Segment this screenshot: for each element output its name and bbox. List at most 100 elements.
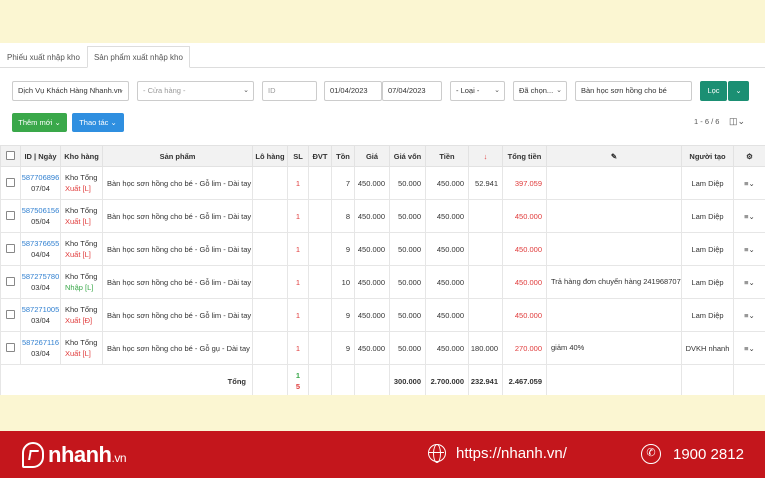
row-id-link[interactable]: 587267116 <box>21 337 60 348</box>
row-checkbox[interactable] <box>6 210 15 220</box>
col-settings[interactable]: ⚙ <box>733 145 765 167</box>
row-creator: Lam Diệp <box>681 166 734 200</box>
col-warehouse[interactable]: Kho hàng <box>60 145 103 167</box>
row-id-link[interactable]: 587271005 <box>21 304 60 315</box>
row-warehouse-name: Kho Tổng <box>65 239 98 248</box>
row-checkbox[interactable] <box>6 243 15 253</box>
row-checkbox[interactable] <box>6 276 15 286</box>
row-menu-button[interactable]: ≡⌄ <box>733 298 765 332</box>
row-creator: Lam Diệp <box>681 298 734 332</box>
row-total: 270.000 <box>502 331 547 365</box>
row-cost: 50.000 <box>389 232 426 266</box>
select-all-checkbox[interactable] <box>6 150 15 160</box>
hamburger-icon: ≡⌄ <box>744 244 755 254</box>
col-discount-sort-icon[interactable]: ↓ <box>468 145 503 167</box>
service-select[interactable]: Dịch Vụ Khách Hàng Nhanh.vn ⌄ <box>12 81 129 101</box>
hamburger-icon: ≡⌄ <box>744 178 755 188</box>
table-row[interactable]: 587271005 03/04 Kho Tổng Xuất [Đ] Bàn học sơ… <box>0 298 765 332</box>
table-row[interactable]: 587267116 03/04 Kho Tổng Xuất [L] Bàn học sơ… <box>0 331 765 365</box>
row-note: Trả hàng đơn chuyển hàng 241968707 <box>546 265 682 299</box>
tab-stock-products[interactable]: Sản phẩm xuất nhập kho <box>86 46 190 68</box>
row-warehouse: Kho Tổng Xuất [L] <box>60 166 103 200</box>
row-warehouse-name: Kho Tổng <box>65 338 98 347</box>
row-menu-button[interactable]: ≡⌄ <box>733 199 765 233</box>
store-select-placeholder: - Cửa hàng - <box>143 86 186 95</box>
date-from-input[interactable]: 01/04/2023 <box>324 81 382 101</box>
row-warehouse: Kho Tổng Xuất [L] <box>60 331 103 365</box>
row-id-link[interactable]: 587376655 <box>21 238 60 249</box>
column-toggle-button[interactable]: ◫⌄ <box>729 116 745 127</box>
chevron-down-icon: ⌄ <box>735 86 742 95</box>
hotline[interactable]: ✆ 1900 2812 <box>641 444 744 464</box>
table-row[interactable]: 587275780 03/04 Kho Tổng Nhập [L] Bàn học sơ… <box>0 265 765 299</box>
row-type: Xuất [Đ] <box>65 316 93 325</box>
website-link[interactable]: https://nhanh.vn/ <box>428 444 567 463</box>
chevron-down-icon: ⌄ <box>556 87 562 94</box>
table-row[interactable]: 587376655 04/04 Kho Tổng Xuất [L] Bàn học sơ… <box>0 232 765 266</box>
col-cost[interactable]: Giá vốn <box>389 145 426 167</box>
nhanh-logo-icon <box>22 442 44 468</box>
row-quantity: 1 <box>287 265 309 299</box>
row-unit <box>308 199 332 233</box>
table-row[interactable]: 587706896 07/04 Kho Tổng Xuất [L] Bàn học sơ… <box>0 166 765 200</box>
hamburger-icon: ≡⌄ <box>744 310 755 320</box>
chevron-down-icon: ⌄ <box>494 87 500 94</box>
row-stock: 9 <box>331 298 355 332</box>
row-checkbox[interactable] <box>6 177 15 187</box>
col-unit[interactable]: ĐVT <box>308 145 332 167</box>
add-new-label: Thêm mới <box>18 118 53 127</box>
row-id-link[interactable]: 587706896 <box>21 172 60 183</box>
filter-button[interactable]: Lọc <box>700 81 727 101</box>
row-menu-button[interactable]: ≡⌄ <box>733 232 765 266</box>
col-id-date[interactable]: ID | Ngày <box>20 145 61 167</box>
row-checkbox[interactable] <box>6 309 15 319</box>
row-id-link[interactable]: 587506156 <box>21 205 60 216</box>
col-batch[interactable]: Lô hàng <box>252 145 288 167</box>
row-batch <box>252 232 288 266</box>
col-price[interactable]: Giá <box>354 145 390 167</box>
col-total[interactable]: Tổng tiền <box>502 145 547 167</box>
type-select[interactable]: - Loại - ⌄ <box>450 81 505 101</box>
col-stock[interactable]: Tồn <box>331 145 355 167</box>
actions-button[interactable]: Thao tác ⌄ <box>72 113 124 132</box>
totals-quantity: 15 <box>287 364 309 398</box>
totals-row: Tổng 15 300.000 2.700.000 232.941 2.467.… <box>0 364 765 398</box>
row-total: 450.000 <box>502 232 547 266</box>
row-batch <box>252 331 288 365</box>
row-date: 03/04 <box>31 283 50 292</box>
table-row[interactable]: 587506156 05/04 Kho Tổng Xuất [L] Bàn học sơ… <box>0 199 765 233</box>
date-to-input[interactable]: 07/04/2023 <box>382 81 442 101</box>
row-stock: 10 <box>331 265 355 299</box>
id-input[interactable]: ID <box>262 81 317 101</box>
totals-quantity-in: 1 <box>295 371 301 380</box>
row-total: 450.000 <box>502 265 547 299</box>
row-note <box>546 298 682 332</box>
col-quantity[interactable]: SL <box>287 145 309 167</box>
product-search-input[interactable]: Bàn học sơn hồng cho bé <box>575 81 692 101</box>
row-checkbox[interactable] <box>6 342 15 352</box>
row-warehouse-name: Kho Tổng <box>65 173 98 182</box>
row-quantity: 1 <box>287 199 309 233</box>
store-select[interactable]: - Cửa hàng - ⌄ <box>137 81 254 101</box>
tab-stock-vouchers[interactable]: Phiếu xuất nhập kho <box>0 46 87 67</box>
col-note-icon[interactable]: ✎ <box>546 145 682 167</box>
row-price: 450.000 <box>354 265 390 299</box>
add-new-button[interactable]: Thêm mới ⌄ <box>12 113 67 132</box>
row-total: 450.000 <box>502 298 547 332</box>
multi-select[interactable]: Đã chọn... ⌄ <box>513 81 567 101</box>
row-date: 07/04 <box>31 184 50 193</box>
col-amount[interactable]: Tiền <box>425 145 469 167</box>
row-id-link[interactable]: 587275780 <box>21 271 60 282</box>
row-menu-button[interactable]: ≡⌄ <box>733 331 765 365</box>
filter-options-button[interactable]: ⌄ <box>728 81 749 101</box>
nhanh-logo: nhanh.vn <box>22 441 126 469</box>
col-creator[interactable]: Người tạo <box>681 145 734 167</box>
row-quantity: 1 <box>287 298 309 332</box>
row-menu-button[interactable]: ≡⌄ <box>733 265 765 299</box>
row-id-date: 587506156 05/04 <box>20 199 61 233</box>
row-discount <box>468 298 503 332</box>
row-note <box>546 232 682 266</box>
row-batch <box>252 265 288 299</box>
row-menu-button[interactable]: ≡⌄ <box>733 166 765 200</box>
col-product[interactable]: Sản phẩm <box>102 145 253 167</box>
